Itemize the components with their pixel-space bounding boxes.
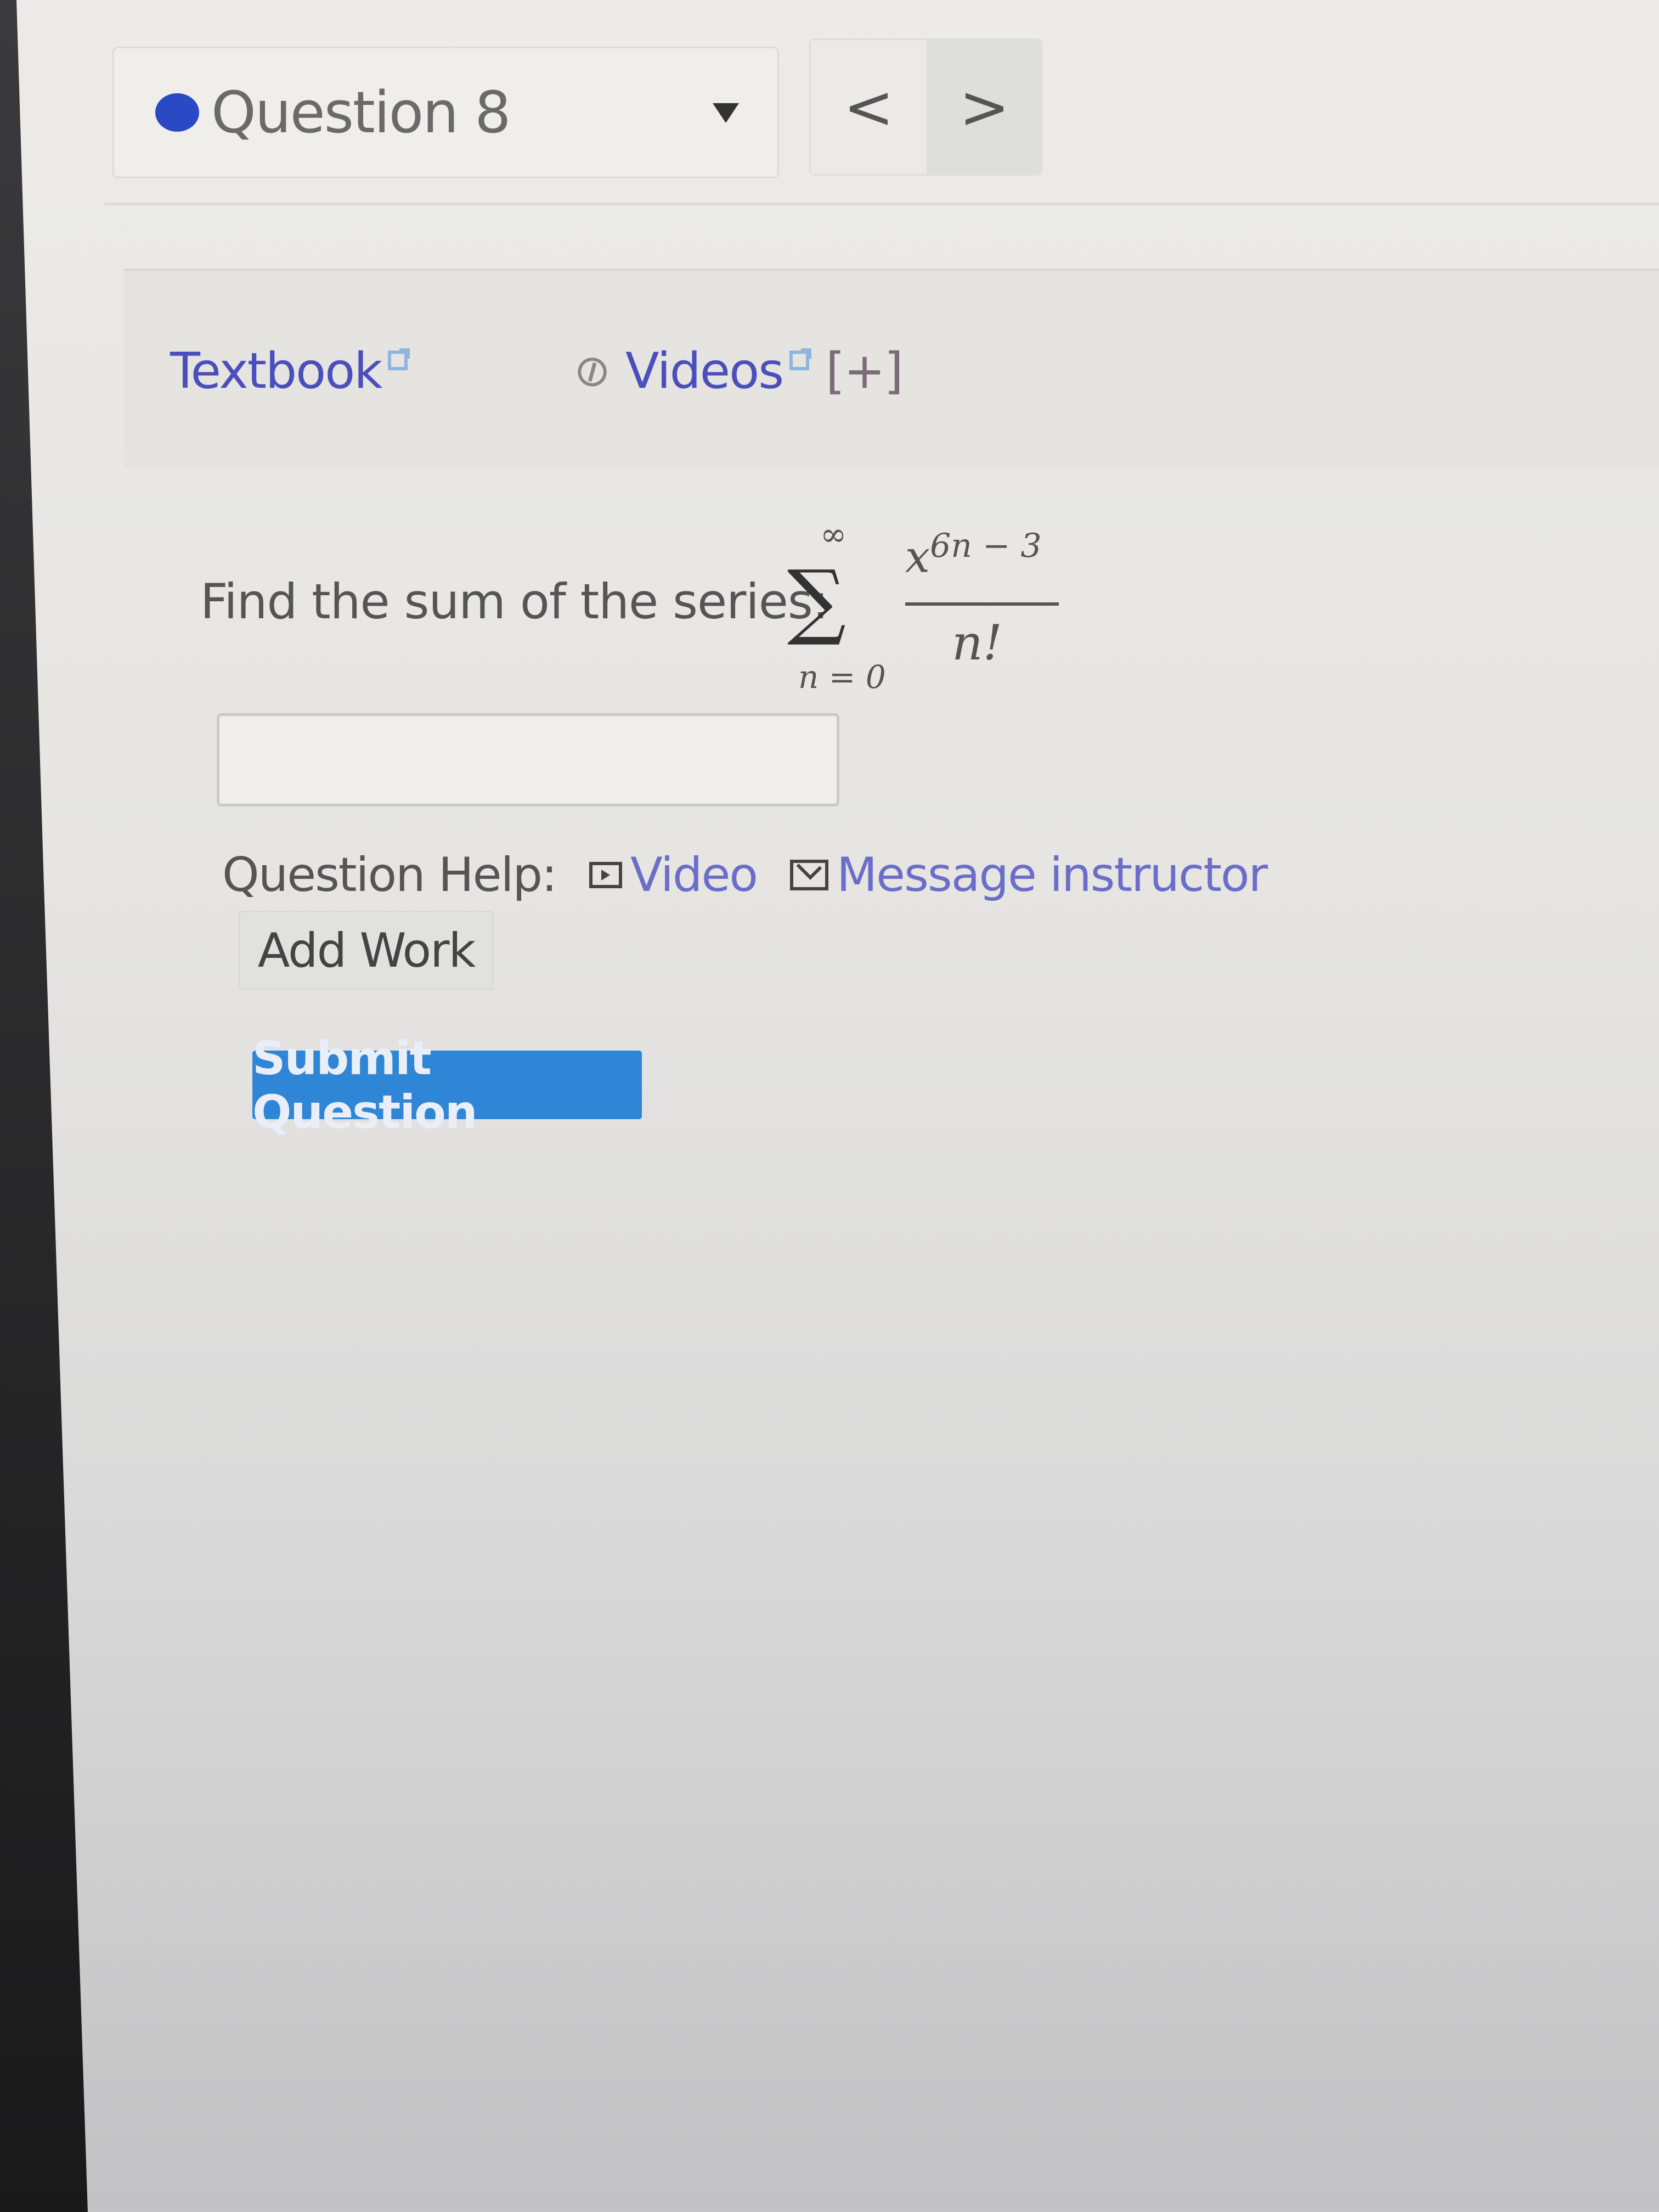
status-dot-icon: [155, 93, 199, 132]
fraction-bar: [905, 602, 1059, 606]
submit-question-button[interactable]: Submit Question: [252, 1031, 642, 1139]
screen: Question 8 < > Textbook ⊘ Videos [+] Fin…: [27, 0, 1659, 2212]
question-selector[interactable]: Question 8: [112, 47, 779, 178]
textbook-link[interactable]: Textbook: [170, 342, 410, 400]
expand-toggle[interactable]: [+]: [826, 342, 904, 400]
question-prompt: Find the sum of the series:: [200, 573, 828, 630]
denominator: n!: [952, 614, 1003, 671]
resources-bar: Textbook ⊘ Videos [+]: [123, 269, 1659, 469]
question-label: Question 8: [211, 79, 511, 146]
textbook-label: Textbook: [170, 342, 382, 400]
question-help: Question Help: Video Message instructor: [222, 848, 1300, 902]
series-expression: ∞ ∑ n = 0 x6n − 3 n!: [787, 516, 1073, 702]
paperclip-icon: ⊘: [563, 340, 619, 403]
prev-question-button[interactable]: <: [809, 38, 927, 176]
numerator-exponent: 6n − 3: [930, 527, 1042, 565]
videos-link[interactable]: ⊘ Videos [+]: [563, 340, 904, 402]
message-instructor-link[interactable]: Message instructor: [789, 848, 1268, 902]
sum-upper-limit: ∞: [820, 516, 847, 553]
video-icon: [589, 862, 623, 888]
numerator-base: x: [905, 531, 930, 583]
help-video-link[interactable]: Video: [589, 848, 758, 902]
numerator: x6n − 3: [905, 527, 1042, 583]
mail-icon: [789, 860, 828, 890]
next-question-button[interactable]: >: [927, 38, 1042, 176]
videos-label: Videos: [625, 342, 784, 400]
question-help-label: Question Help:: [222, 848, 557, 902]
add-work-button[interactable]: Add Work: [239, 911, 494, 990]
sum-lower-limit: n = 0: [798, 658, 886, 696]
external-link-icon: [388, 348, 410, 370]
answer-input[interactable]: [217, 713, 839, 806]
help-video-label: Video: [630, 848, 758, 902]
chevron-down-icon: [713, 103, 739, 123]
divider: [104, 203, 1659, 205]
message-instructor-label: Message instructor: [836, 848, 1268, 902]
question-pager: < >: [809, 38, 1042, 176]
external-link-icon: [789, 348, 812, 370]
sigma-icon: ∑: [787, 553, 847, 648]
